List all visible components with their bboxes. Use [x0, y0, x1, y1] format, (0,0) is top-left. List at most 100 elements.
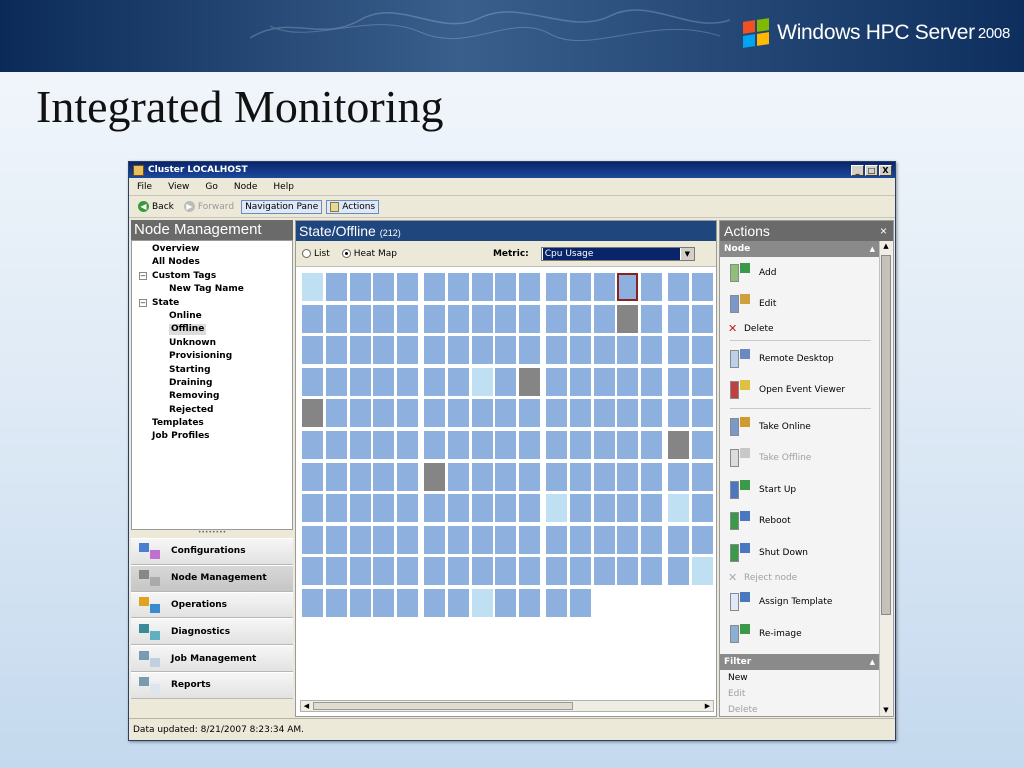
heatmap-cell[interactable]	[691, 557, 713, 586]
heatmap-cell[interactable]	[617, 462, 639, 491]
heatmap-cell[interactable]	[397, 336, 419, 365]
heatmap-cell[interactable]	[325, 336, 347, 365]
chevron-down-icon[interactable]: ▼	[680, 247, 694, 260]
nav-button-configurations[interactable]: Configurations	[131, 538, 293, 565]
heatmap-cell-offline[interactable]	[302, 399, 323, 428]
heatmap-cell[interactable]	[495, 462, 517, 491]
heatmap-cell[interactable]	[447, 589, 469, 617]
action-take-online[interactable]: Take Online	[720, 411, 879, 443]
heatmap-cell[interactable]	[397, 367, 419, 396]
heatmap-cell[interactable]	[495, 399, 517, 428]
heatmap-cell[interactable]	[447, 557, 469, 586]
heatmap-cell[interactable]	[471, 525, 493, 554]
heatmap-cell[interactable]	[471, 273, 493, 301]
heatmap-cell[interactable]	[641, 336, 663, 365]
heatmap-cell[interactable]	[349, 462, 371, 491]
collapse-box-icon[interactable]: −	[139, 271, 147, 280]
heatmap-cell[interactable]	[593, 462, 615, 491]
heatmap-cell[interactable]	[569, 525, 591, 554]
heatmap-cell[interactable]	[325, 367, 347, 396]
splitter-grip[interactable]: ••••••••	[131, 530, 293, 538]
heatmap-cell[interactable]	[668, 367, 689, 396]
heatmap-cell[interactable]	[641, 273, 663, 301]
heatmap-cell[interactable]	[569, 367, 591, 396]
heatmap-cell[interactable]	[546, 494, 567, 523]
heatmap-cell[interactable]	[668, 336, 689, 365]
menu-go[interactable]: Go	[205, 182, 217, 192]
heatmap-cell[interactable]	[349, 431, 371, 459]
heatmap-cell[interactable]	[373, 494, 395, 523]
heatmap-cell[interactable]	[519, 336, 541, 365]
heatmap-cell[interactable]	[495, 525, 517, 554]
tree-item-rejected[interactable]: Rejected	[132, 404, 292, 417]
heatmap-cell[interactable]	[325, 589, 347, 617]
close-actions-icon[interactable]: ×	[880, 221, 887, 241]
heatmap-cell[interactable]	[325, 304, 347, 333]
heatmap-cell[interactable]	[325, 431, 347, 459]
heatmap-cell[interactable]	[349, 367, 371, 396]
heatmap-cell[interactable]	[447, 494, 469, 523]
action-reboot[interactable]: Reboot	[720, 506, 879, 538]
heatmap-cell[interactable]	[471, 557, 493, 586]
heatmap-cell[interactable]	[397, 494, 419, 523]
menu-help[interactable]: Help	[273, 182, 294, 192]
heatmap-cell[interactable]	[302, 589, 323, 617]
nav-button-operations[interactable]: Operations	[131, 591, 293, 619]
heatmap-cell[interactable]	[569, 304, 591, 333]
heatmap-cell[interactable]	[495, 336, 517, 365]
tree-item-draining[interactable]: Draining	[132, 377, 292, 390]
action-add[interactable]: Add	[720, 257, 879, 289]
heatmap-cell[interactable]	[471, 367, 493, 396]
filter-action-delete[interactable]: Delete	[720, 702, 879, 717]
filter-action-edit[interactable]: Edit	[720, 686, 879, 702]
action-reject-node[interactable]: ✕ Reject node	[720, 569, 879, 587]
heatmap-cell[interactable]	[349, 589, 371, 617]
heatmap-cell[interactable]	[617, 336, 639, 365]
heatmap-cell[interactable]	[447, 525, 469, 554]
heatmap-cell[interactable]	[593, 494, 615, 523]
heatmap-cell[interactable]	[641, 367, 663, 396]
heatmap-cell[interactable]	[641, 399, 663, 428]
heatmap-cell[interactable]	[495, 273, 517, 301]
heatmap-cell-offline[interactable]	[424, 462, 445, 491]
heatmap-cell[interactable]	[546, 336, 567, 365]
heatmap-cell[interactable]	[617, 367, 639, 396]
tree-item-removing[interactable]: Removing	[132, 390, 292, 403]
heatmap-cell[interactable]	[641, 494, 663, 523]
heatmap-cell[interactable]	[447, 367, 469, 396]
heatmap-cell[interactable]	[569, 431, 591, 459]
heatmap-cell[interactable]	[495, 304, 517, 333]
horizontal-scrollbar[interactable]: ◀ ▶	[300, 700, 714, 712]
heatmap-cell[interactable]	[397, 273, 419, 301]
heatmap-cell[interactable]	[519, 273, 541, 301]
heatmap-cell[interactable]	[593, 367, 615, 396]
heatmap-cell[interactable]	[447, 304, 469, 333]
action-take-offline[interactable]: Take Offline	[720, 443, 879, 475]
heatmap-cell[interactable]	[519, 399, 541, 428]
menu-view[interactable]: View	[168, 182, 189, 192]
heatmap-cell[interactable]	[617, 494, 639, 523]
heatmap-cell[interactable]	[691, 462, 713, 491]
heatmap-cell[interactable]	[424, 367, 445, 396]
heatmap-cell[interactable]	[593, 304, 615, 333]
tree-item-job-profiles[interactable]: Job Profiles	[132, 430, 292, 443]
scroll-left-icon[interactable]: ◀	[301, 701, 312, 711]
action-start-up[interactable]: Start Up	[720, 474, 879, 506]
heatmap-cell[interactable]	[302, 431, 323, 459]
heatmap-cell[interactable]	[471, 336, 493, 365]
heatmap-cell[interactable]	[349, 273, 371, 301]
scroll-right-icon[interactable]: ▶	[702, 701, 713, 711]
heatmap-cell[interactable]	[668, 494, 689, 523]
heatmap-cell[interactable]	[302, 304, 323, 333]
scroll-thumb[interactable]	[313, 702, 573, 710]
heatmap-cell[interactable]	[519, 304, 541, 333]
heatmap-cell[interactable]	[668, 462, 689, 491]
heatmap-cell[interactable]	[349, 336, 371, 365]
scroll-thumb[interactable]	[881, 255, 891, 615]
heatmap-cell[interactable]	[424, 589, 445, 617]
heatmap-cell[interactable]	[397, 304, 419, 333]
heatmap-cell[interactable]	[349, 494, 371, 523]
nav-button-diagnostics[interactable]: Diagnostics	[131, 618, 293, 646]
tree-item-custom-tags[interactable]: − Custom Tags	[132, 270, 292, 283]
tree-item-overview[interactable]: Overview	[132, 243, 292, 256]
